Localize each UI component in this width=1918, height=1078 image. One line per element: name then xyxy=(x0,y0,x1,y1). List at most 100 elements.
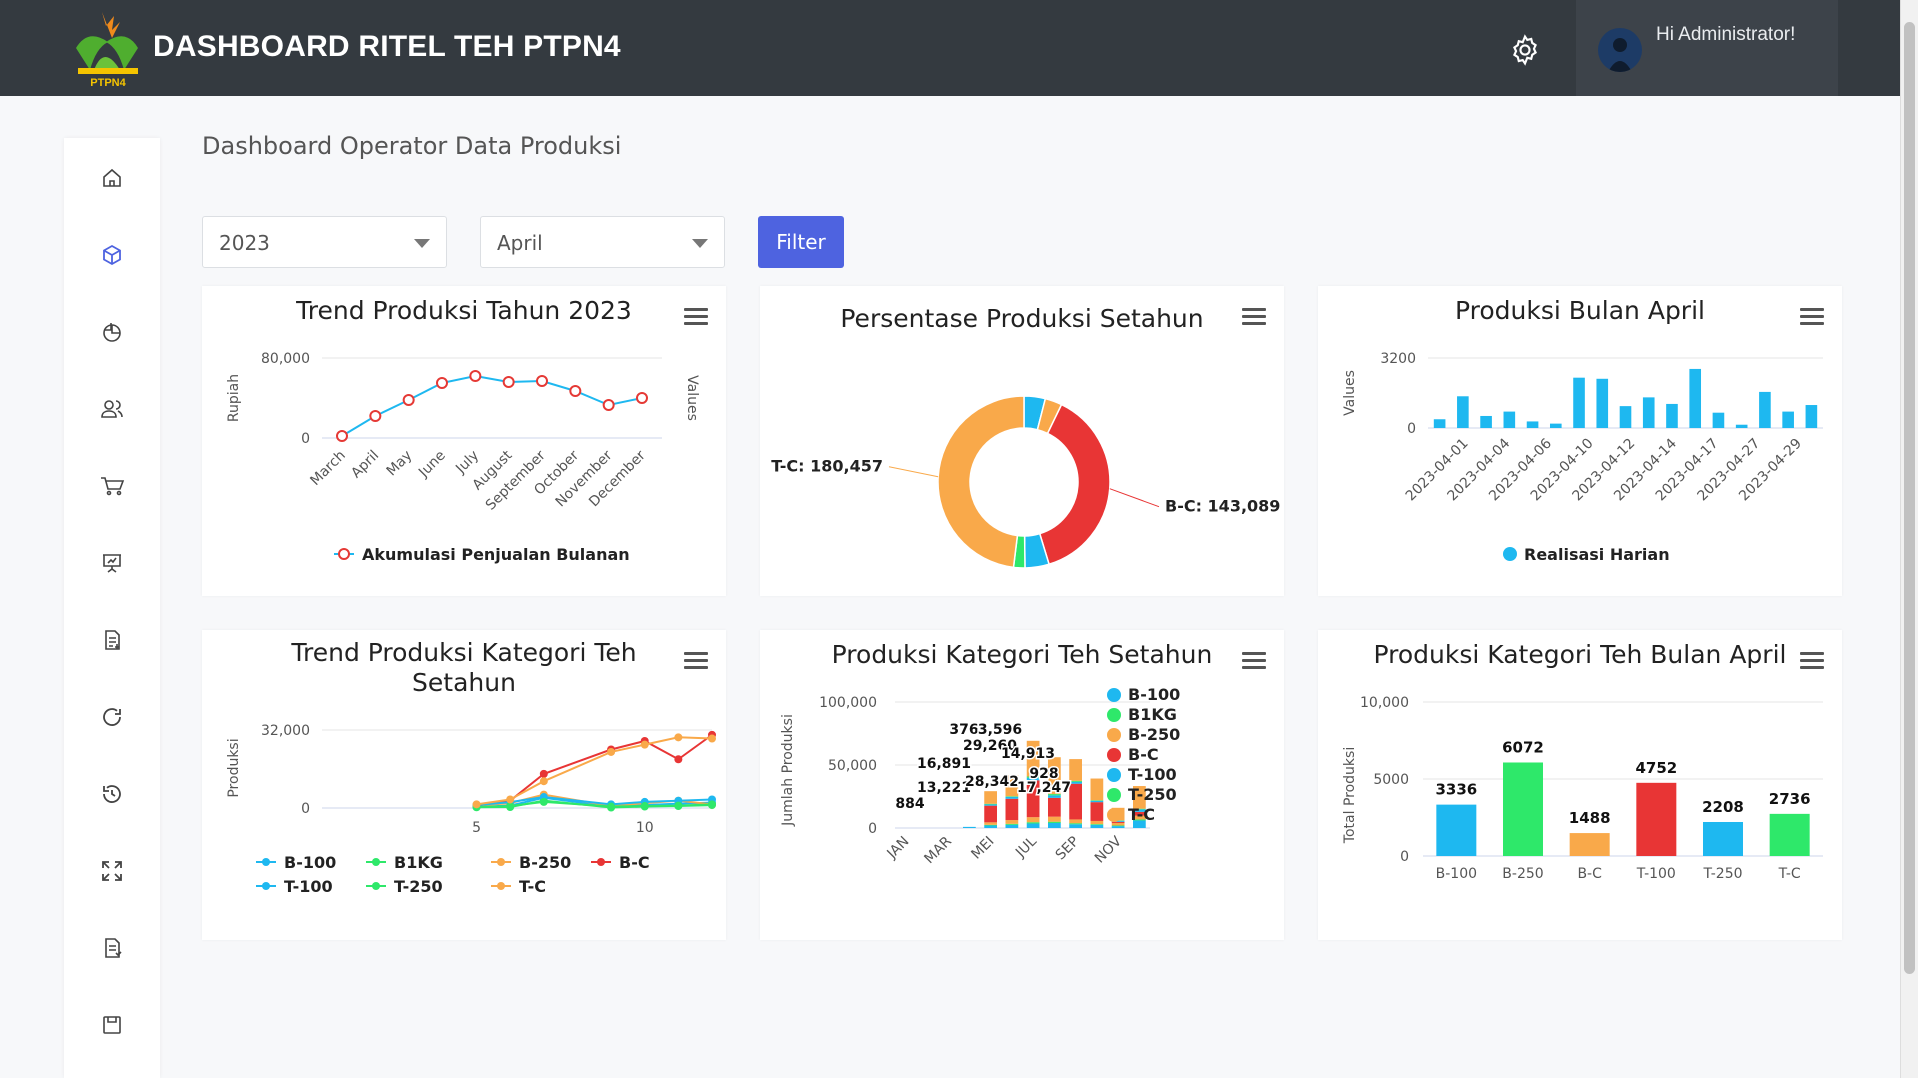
bar xyxy=(1735,424,1748,428)
legend-marker xyxy=(262,882,270,890)
data-point xyxy=(472,800,481,809)
sidebar-item-presentasi[interactable] xyxy=(88,539,136,587)
stacked-bar-segment xyxy=(1048,797,1061,817)
month-select-value: April xyxy=(497,231,543,255)
x-tick-label: MEI xyxy=(968,834,997,863)
filter-button[interactable]: Filter xyxy=(758,216,844,268)
legend-marker xyxy=(338,548,350,560)
ptpn4-logo[interactable]: PTPN4 xyxy=(68,8,158,90)
sidebar xyxy=(64,138,160,1078)
legend-marker xyxy=(1503,547,1517,561)
y-tick-label: 0 xyxy=(1407,421,1416,437)
data-label: 2736 xyxy=(1769,790,1811,808)
gear-icon[interactable] xyxy=(1508,33,1542,67)
sidebar-item-statistik[interactable] xyxy=(88,308,136,356)
sidebar-item-fullscreen[interactable] xyxy=(88,847,136,895)
stacked-bar-segment xyxy=(984,791,997,804)
document-icon xyxy=(105,630,120,650)
x-tick-label: T-250 xyxy=(1702,866,1742,882)
bar xyxy=(1457,396,1469,428)
data-label: 2208 xyxy=(1702,798,1744,816)
stacked-bar-segment xyxy=(1026,822,1040,824)
data-label: 6072 xyxy=(1502,738,1544,756)
legend-label: B-250 xyxy=(1128,725,1180,744)
legend-label: T-250 xyxy=(394,877,443,896)
sidebar-item-report[interactable] xyxy=(88,924,136,972)
kategori-line-chart: 32,000 0 Produksi 5 10 B-100 B1KG B-250 B-C T-100… xyxy=(226,723,716,896)
sidebar-item-produk[interactable] xyxy=(88,231,136,279)
stacked-bar-segment xyxy=(1069,819,1082,824)
x-tick-label: B-C xyxy=(1577,866,1602,882)
sidebar-item-home[interactable] xyxy=(88,154,136,202)
bar xyxy=(1433,419,1446,428)
stacked-bar-segment xyxy=(1005,796,1019,799)
stacked-bar-chart: 100,000 50,000 0 Jumlah Produksi JAN MAR MEI JU… xyxy=(780,685,1180,867)
stacked-bar-segment xyxy=(984,824,997,826)
y-tick-label: 5000 xyxy=(1373,772,1409,788)
data-point xyxy=(436,377,448,389)
donut-chart: B-C: 143,089 T-C: 180,457 xyxy=(771,395,1280,569)
card-kategori-setahun: Produksi Kategori Teh Setahun 100,000 50,… xyxy=(760,630,1284,940)
legend-label: Realisasi Harian xyxy=(1524,545,1670,564)
stacked-bar-segment xyxy=(963,826,976,828)
sidebar-item-users[interactable] xyxy=(88,385,136,433)
y-axis-title-right: Values xyxy=(684,375,700,421)
y-tick-label: 100,000 xyxy=(819,695,877,711)
sidebar-item-history[interactable] xyxy=(88,770,136,818)
data-point xyxy=(506,795,515,804)
sidebar-item-refresh[interactable] xyxy=(88,693,136,741)
card-produksi-april: Produksi Bulan April 3200 0 Values 2023-04-… xyxy=(1318,286,1842,596)
card-trend-kategori: Trend Produksi Kategori Teh Setahun 32,0… xyxy=(202,630,726,940)
chevron-down-icon xyxy=(414,239,430,248)
history-icon xyxy=(103,785,121,803)
stacked-bar-segment xyxy=(1005,824,1019,828)
year-select-value: 2023 xyxy=(219,231,270,255)
bar xyxy=(1642,397,1655,428)
user-menu[interactable]: Hi Administrator! xyxy=(1576,0,1838,96)
y-tick-label: 0 xyxy=(301,801,310,817)
legend-marker xyxy=(1107,788,1121,802)
data-point xyxy=(607,747,616,756)
series-line xyxy=(341,374,643,437)
data-point xyxy=(640,802,649,811)
data-point xyxy=(708,800,716,809)
logo-text: PTPN4 xyxy=(90,77,126,89)
month-select[interactable]: April xyxy=(480,216,725,268)
legend-label: B-C xyxy=(1128,745,1159,764)
stacked-bar-segment xyxy=(1069,783,1082,820)
card-kategori-april: Produksi Kategori Teh Bulan April 10,000… xyxy=(1318,630,1842,940)
category-bar-chart: 10,000 5000 0 Total Produksi 3336 B-100 6072 B-… xyxy=(1342,695,1823,882)
sidebar-item-laporan[interactable] xyxy=(88,616,136,664)
legend-label: Akumulasi Penjualan Bulanan xyxy=(362,545,630,564)
data-point xyxy=(569,385,582,397)
sidebar-item-save[interactable] xyxy=(88,1001,136,1049)
y-axis-title: Jumlah Produksi xyxy=(780,714,796,827)
data-point xyxy=(674,733,683,742)
cart-icon xyxy=(101,477,125,496)
legend-label: B-100 xyxy=(1128,685,1180,704)
data-point xyxy=(708,734,716,743)
bar xyxy=(1769,813,1810,856)
stacked-bar-segment xyxy=(1090,800,1104,803)
bar xyxy=(1436,804,1477,856)
sidebar-item-penjualan[interactable] xyxy=(88,462,136,510)
bar xyxy=(1549,423,1562,428)
trend-line-chart: 80,0000Rupiah ValuesMarch April May June July… xyxy=(226,351,700,564)
stacked-bar-segment xyxy=(1090,824,1104,828)
legend-marker xyxy=(1107,768,1121,782)
legend-label: T-100 xyxy=(284,877,333,896)
x-tick-label: B-250 xyxy=(1502,866,1543,882)
page-scrollbar[interactable] xyxy=(1900,0,1918,1078)
slice-connector xyxy=(1109,488,1160,508)
y-tick-label: 80,000 xyxy=(261,351,310,367)
stacked-bar-segment xyxy=(984,803,997,805)
year-select[interactable]: 2023 xyxy=(202,216,447,268)
stacked-bar-segment xyxy=(1069,824,1082,828)
x-tick-label: 10 xyxy=(636,820,654,836)
scrollbar-thumb[interactable] xyxy=(1904,22,1915,974)
top-navbar: PTPN4 DASHBOARD RITEL TEH PTPN4 Hi Admin… xyxy=(0,0,1900,96)
stacked-bar-segment xyxy=(1005,823,1019,825)
data-point xyxy=(539,769,548,778)
legend-marker xyxy=(1107,708,1121,722)
box-icon xyxy=(103,244,121,266)
